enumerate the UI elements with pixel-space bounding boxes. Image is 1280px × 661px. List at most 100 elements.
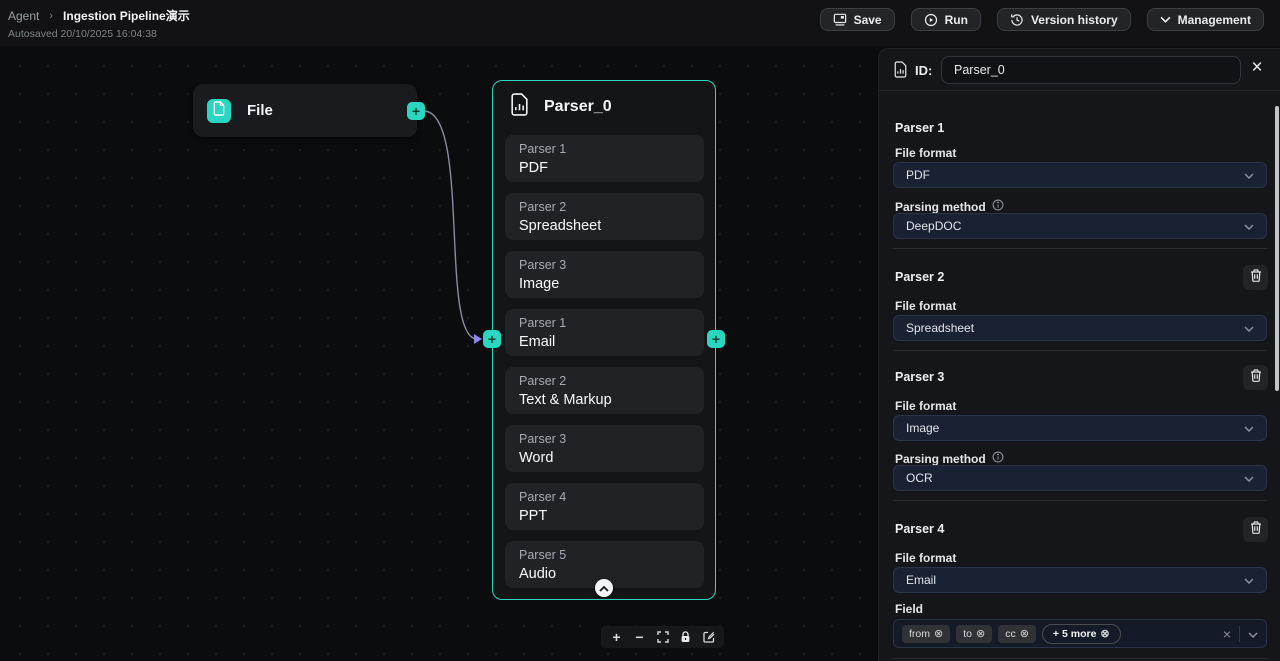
zoom-in-icon[interactable]: + (608, 628, 625, 646)
trash-icon (1250, 368, 1262, 387)
node-id-input[interactable]: Parser_0 (941, 56, 1241, 84)
parser-node-output-handle[interactable]: + (707, 330, 725, 348)
file-node-icon-box (207, 98, 231, 123)
file-format-select-parser3[interactable]: Image (893, 415, 1267, 441)
info-icon[interactable] (992, 199, 1004, 214)
remove-tag-icon[interactable]: ⊗ (1100, 627, 1109, 640)
field-label: Field (895, 602, 924, 616)
remove-tag-icon[interactable]: ⊗ (976, 627, 985, 640)
panel-doc-chart-icon (893, 61, 908, 83)
version-history-button[interactable]: Version history (996, 8, 1131, 31)
node-config-panel: ID: Parser_0 × Parser 1 File format PDF … (878, 48, 1280, 661)
chevron-down-icon (1244, 571, 1254, 589)
field-tag-cc[interactable]: cc ⊗ (998, 624, 1036, 643)
section-title-parser-3: Parser 3 (895, 370, 945, 384)
breadcrumb-chevron-icon: › (49, 9, 54, 22)
collapse-node-button[interactable] (595, 579, 613, 597)
clear-field-icon[interactable]: × (1223, 626, 1231, 642)
parser-item[interactable]: Parser 2 Text & Markup (505, 367, 704, 414)
run-icon (924, 13, 938, 27)
parser-item[interactable]: Parser 3 Word (505, 425, 704, 472)
section-title-parser-1: Parser 1 (895, 121, 945, 135)
parser-item[interactable]: Parser 1 Email (505, 309, 704, 356)
chevron-down-icon (1244, 419, 1254, 437)
delete-parser4-button[interactable] (1243, 517, 1268, 542)
section-divider (893, 500, 1267, 501)
separator (1239, 625, 1240, 642)
chevron-down-icon (1244, 217, 1254, 235)
field-tag-more[interactable]: + 5 more ⊗ (1041, 623, 1121, 644)
file-format-select-parser1[interactable]: PDF (893, 162, 1267, 188)
parser-node-input-handle[interactable]: + (483, 330, 501, 348)
field-tag-to[interactable]: to ⊗ (956, 624, 993, 643)
delete-parser2-button[interactable] (1243, 265, 1268, 290)
parser-node-header: Parser_0 (509, 93, 612, 121)
save-button[interactable]: Save (819, 8, 895, 31)
parser-item[interactable]: Parser 3 Image (505, 251, 704, 298)
canvas-controls: + − (601, 626, 724, 648)
file-format-select-parser4[interactable]: Email (893, 567, 1267, 593)
node-id-label: ID: (915, 63, 933, 78)
plus-icon: + (411, 103, 421, 119)
file-format-label: File format (895, 551, 957, 565)
run-button[interactable]: Run (910, 8, 981, 31)
file-format-label: File format (895, 299, 957, 313)
close-icon[interactable]: × (1246, 57, 1268, 79)
trash-icon (1250, 268, 1262, 287)
remove-tag-icon[interactable]: ⊗ (1020, 627, 1029, 640)
parsing-method-select-parser3[interactable]: OCR (893, 465, 1267, 491)
panel-scrollbar[interactable] (1275, 106, 1279, 391)
chevron-down-icon[interactable] (1248, 625, 1258, 643)
chevron-down-icon (1244, 319, 1254, 337)
parsing-method-label: Parsing method (895, 199, 1004, 214)
parsing-method-select-parser1[interactable]: DeepDOC (893, 213, 1267, 239)
file-node[interactable]: File (193, 84, 417, 137)
panel-header: ID: Parser_0 × (879, 49, 1280, 91)
section-divider (893, 350, 1267, 351)
breadcrumb-pipeline-title: Ingestion Pipeline演示 (63, 9, 190, 23)
info-icon[interactable] (992, 451, 1004, 466)
field-multiselect[interactable]: from ⊗ to ⊗ cc ⊗ + 5 more ⊗ × (893, 619, 1267, 648)
chevron-down-icon (1244, 469, 1254, 487)
remove-tag-icon[interactable]: ⊗ (934, 627, 943, 640)
breadcrumb-agent[interactable]: Agent (8, 9, 39, 23)
file-format-label: File format (895, 146, 957, 160)
field-tag-from[interactable]: from ⊗ (902, 624, 951, 643)
file-format-label: File format (895, 399, 957, 413)
management-button[interactable]: Management (1146, 8, 1264, 31)
topbar-actions: Save Run Version history Management (819, 8, 1264, 31)
lock-icon[interactable] (677, 628, 694, 646)
section-divider (893, 658, 1267, 659)
breadcrumb: Agent › Ingestion Pipeline演示 (8, 7, 190, 24)
file-format-select-parser2[interactable]: Spreadsheet (893, 315, 1267, 341)
plus-icon: + (711, 331, 721, 347)
parser-item[interactable]: Parser 1 PDF (505, 135, 704, 182)
edit-note-icon[interactable] (700, 628, 717, 646)
plus-icon: + (487, 331, 497, 347)
file-icon (212, 100, 226, 121)
parser-item[interactable]: Parser 4 PPT (505, 483, 704, 530)
parser-doc-chart-icon (509, 93, 530, 121)
parser-node[interactable]: Parser_0 Parser 1 PDF Parser 2 Spreadshe… (492, 80, 716, 600)
app-window: Agent › Ingestion Pipeline演示 Autosaved 2… (0, 0, 1280, 661)
save-icon (833, 13, 847, 26)
trash-icon (1250, 520, 1262, 539)
file-node-output-handle[interactable]: + (407, 102, 425, 120)
section-title-parser-2: Parser 2 (895, 270, 945, 284)
autosave-status: Autosaved 20/10/2025 16:04:38 (8, 28, 157, 40)
history-icon (1010, 13, 1024, 27)
section-divider (893, 248, 1267, 249)
chevron-down-icon (1244, 166, 1254, 184)
file-node-title: File (247, 102, 273, 119)
delete-parser3-button[interactable] (1243, 365, 1268, 390)
field-multiselect-controls: × (1223, 625, 1258, 643)
top-bar: Agent › Ingestion Pipeline演示 Autosaved 2… (0, 0, 1280, 46)
chevron-up-icon (599, 579, 609, 597)
parser-node-title: Parser_0 (544, 98, 612, 115)
fit-view-icon[interactable] (654, 628, 671, 646)
parser-item[interactable]: Parser 2 Spreadsheet (505, 193, 704, 240)
zoom-out-icon[interactable]: − (631, 628, 648, 646)
parsing-method-label: Parsing method (895, 451, 1004, 466)
chevron-down-icon (1160, 16, 1171, 23)
section-title-parser-4: Parser 4 (895, 522, 945, 536)
